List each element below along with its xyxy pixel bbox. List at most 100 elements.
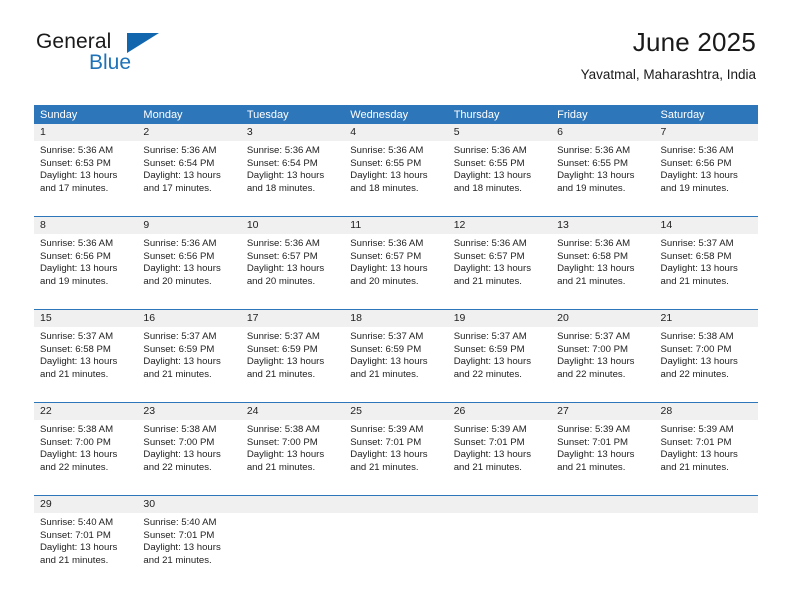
day-detail-line: Sunrise: 5:36 AM [660, 145, 734, 156]
day-detail-line: and 21 minutes. [660, 275, 729, 287]
day-cell[interactable]: 1 Sunrise: 5:36 AM Sunset: 6:53 PM Daylight… [34, 124, 138, 206]
day-detail-line: Daylight: 13 hours [660, 449, 738, 461]
day-number: 25 [344, 403, 448, 420]
day-detail-line: Daylight: 13 hours [246, 170, 325, 182]
day-detail-line: Sunset: 6:59 PM [246, 343, 318, 355]
day-details: Sunrise: 5:36 AM Sunset: 6:54 PM Daylight:… [241, 141, 344, 206]
day-cell[interactable]: 7 Sunrise: 5:36 AM Sunset: 6:56 PM Daylight… [654, 124, 758, 206]
day-detail-line: Daylight: 13 hours [660, 170, 738, 182]
day-details: Sunrise: 5:39 AM Sunset: 7:01 PM Daylight:… [551, 420, 654, 485]
day-cell[interactable]: 5 Sunrise: 5:36 AM Sunset: 6:55 PM Daylight… [447, 124, 552, 206]
day-detail-line: and 22 minutes. [557, 368, 626, 380]
day-number: 3 [240, 124, 345, 141]
week-spacer [34, 206, 758, 216]
day-cell[interactable]: 8 Sunrise: 5:36 AM Sunset: 6:56 PM Daylight… [34, 217, 138, 299]
day-detail-line: Sunrise: 5:36 AM [557, 145, 631, 156]
day-detail-line: Daylight: 13 hours [143, 263, 221, 275]
day-detail-line: and 22 minutes. [660, 368, 729, 380]
day-cell[interactable]: 21 Sunrise: 5:38 AM Sunset: 7:00 PM Dayligh… [654, 310, 758, 392]
day-detail-line: Daylight: 13 hours [246, 356, 325, 368]
weekday-header-thursday: Thursday [453, 109, 500, 121]
day-cell[interactable]: 14 Sunrise: 5:37 AM Sunset: 6:58 PM Dayligh… [654, 217, 758, 299]
day-details: Sunrise: 5:37 AM Sunset: 6:59 PM Daylight:… [241, 327, 344, 392]
day-detail-line: Daylight: 13 hours [350, 356, 428, 368]
day-detail-line: and 21 minutes. [350, 368, 419, 380]
day-detail-line: Sunrise: 5:37 AM [453, 331, 527, 342]
day-cell[interactable]: 6 Sunrise: 5:36 AM Sunset: 6:55 PM Daylight… [551, 124, 655, 206]
day-detail-line: Daylight: 13 hours [143, 542, 221, 554]
day-details: Sunrise: 5:36 AM Sunset: 6:57 PM Daylight:… [344, 234, 447, 299]
day-number [551, 496, 655, 513]
day-cell[interactable]: 16 Sunrise: 5:37 AM Sunset: 6:59 PM Dayligh… [137, 310, 241, 392]
day-cell[interactable]: 2 Sunrise: 5:36 AM Sunset: 6:54 PM Daylight… [137, 124, 241, 206]
day-detail-line: Daylight: 13 hours [453, 449, 532, 461]
day-details: Sunrise: 5:36 AM Sunset: 6:54 PM Daylight:… [137, 141, 240, 206]
day-number: 21 [654, 310, 758, 327]
day-details: Sunrise: 5:39 AM Sunset: 7:01 PM Daylight:… [448, 420, 551, 485]
day-detail-line: Daylight: 13 hours [246, 263, 325, 275]
day-detail-line: Daylight: 13 hours [143, 356, 221, 368]
day-detail-line: and 19 minutes. [660, 182, 729, 194]
day-detail-line: Sunrise: 5:36 AM [350, 145, 424, 156]
day-detail-line: Sunrise: 5:39 AM [660, 424, 734, 435]
day-detail-line: Sunset: 6:56 PM [40, 250, 111, 262]
day-cell[interactable]: 24 Sunrise: 5:38 AM Sunset: 7:00 PM Dayligh… [240, 403, 345, 485]
day-detail-line: Sunset: 6:57 PM [350, 250, 422, 262]
day-cell[interactable]: 18 Sunrise: 5:37 AM Sunset: 6:59 PM Dayligh… [344, 310, 448, 392]
day-details [655, 513, 758, 578]
weekday-header-friday: Friday [557, 109, 588, 121]
day-cell[interactable]: 13 Sunrise: 5:36 AM Sunset: 6:58 PM Dayligh… [551, 217, 655, 299]
day-cell[interactable]: 4 Sunrise: 5:36 AM Sunset: 6:55 PM Daylight… [344, 124, 448, 206]
day-detail-line: and 21 minutes. [246, 368, 316, 380]
day-cell[interactable]: 20 Sunrise: 5:37 AM Sunset: 7:00 PM Dayligh… [551, 310, 655, 392]
day-number: 23 [137, 403, 241, 420]
day-cell[interactable]: 17 Sunrise: 5:37 AM Sunset: 6:59 PM Dayligh… [240, 310, 345, 392]
day-cell[interactable]: 23 Sunrise: 5:38 AM Sunset: 7:00 PM Dayligh… [137, 403, 241, 485]
day-detail-line: Sunset: 7:01 PM [660, 436, 732, 448]
day-cell[interactable]: 9 Sunrise: 5:36 AM Sunset: 6:56 PM Daylight… [137, 217, 241, 299]
day-detail-line: Sunset: 6:54 PM [143, 157, 215, 169]
day-number: 14 [654, 217, 758, 234]
day-cell[interactable]: 25 Sunrise: 5:39 AM Sunset: 7:01 PM Dayligh… [344, 403, 448, 485]
day-cell[interactable]: 29 Sunrise: 5:40 AM Sunset: 7:01 PM Dayligh… [34, 496, 138, 578]
day-details: Sunrise: 5:37 AM Sunset: 7:00 PM Daylight:… [551, 327, 654, 392]
day-cell[interactable]: 11 Sunrise: 5:36 AM Sunset: 6:57 PM Dayligh… [344, 217, 448, 299]
general-blue-logo[interactable]: General Blue [36, 30, 216, 78]
day-cell[interactable]: 28 Sunrise: 5:39 AM Sunset: 7:01 PM Dayligh… [654, 403, 758, 485]
day-detail-line: Sunrise: 5:40 AM [40, 517, 114, 528]
day-detail-line: Sunrise: 5:38 AM [246, 424, 320, 435]
day-detail-line: Sunrise: 5:37 AM [40, 331, 114, 342]
day-detail-line: Sunset: 6:58 PM [40, 343, 111, 355]
day-detail-line: Sunset: 7:01 PM [143, 529, 215, 541]
day-cell[interactable]: 30 Sunrise: 5:40 AM Sunset: 7:01 PM Dayligh… [137, 496, 241, 578]
day-detail-line: and 21 minutes. [660, 461, 729, 473]
day-cell[interactable]: 15 Sunrise: 5:37 AM Sunset: 6:58 PM Dayligh… [34, 310, 138, 392]
day-cell[interactable]: 10 Sunrise: 5:36 AM Sunset: 6:57 PM Dayligh… [240, 217, 345, 299]
day-cell[interactable]: 12 Sunrise: 5:36 AM Sunset: 6:57 PM Dayligh… [447, 217, 552, 299]
day-detail-line: Daylight: 13 hours [143, 449, 221, 461]
day-cell[interactable]: 22 Sunrise: 5:38 AM Sunset: 7:00 PM Dayligh… [34, 403, 138, 485]
day-detail-line: Sunset: 6:59 PM [143, 343, 215, 355]
day-cell[interactable]: 27 Sunrise: 5:39 AM Sunset: 7:01 PM Dayligh… [551, 403, 655, 485]
day-detail-line: Sunset: 6:55 PM [557, 157, 629, 169]
day-number [654, 496, 758, 513]
day-cell[interactable]: 3 Sunrise: 5:36 AM Sunset: 6:54 PM Daylight… [240, 124, 345, 206]
day-details: Sunrise: 5:39 AM Sunset: 7:01 PM Daylight:… [344, 420, 447, 485]
day-detail-line: Sunrise: 5:37 AM [557, 331, 631, 342]
day-details: Sunrise: 5:38 AM Sunset: 7:00 PM Daylight:… [655, 327, 758, 392]
day-cell[interactable]: 19 Sunrise: 5:37 AM Sunset: 6:59 PM Dayligh… [447, 310, 552, 392]
day-detail-line: Sunset: 6:55 PM [350, 157, 422, 169]
day-detail-line: and 20 minutes. [246, 275, 316, 287]
day-number: 16 [137, 310, 241, 327]
day-detail-line: Sunrise: 5:37 AM [143, 331, 217, 342]
day-cell-empty [654, 496, 758, 578]
day-number: 2 [137, 124, 241, 141]
calendar-weeks: 1 Sunrise: 5:36 AM Sunset: 6:53 PM Daylight… [34, 124, 758, 578]
week-spacer [34, 485, 758, 495]
day-details: Sunrise: 5:36 AM Sunset: 6:55 PM Daylight:… [448, 141, 551, 206]
day-number: 1 [34, 124, 138, 141]
day-detail-line: and 17 minutes. [143, 182, 212, 194]
day-cell[interactable]: 26 Sunrise: 5:39 AM Sunset: 7:01 PM Dayligh… [447, 403, 552, 485]
day-details [551, 513, 654, 578]
day-detail-line: Sunrise: 5:37 AM [660, 238, 734, 249]
